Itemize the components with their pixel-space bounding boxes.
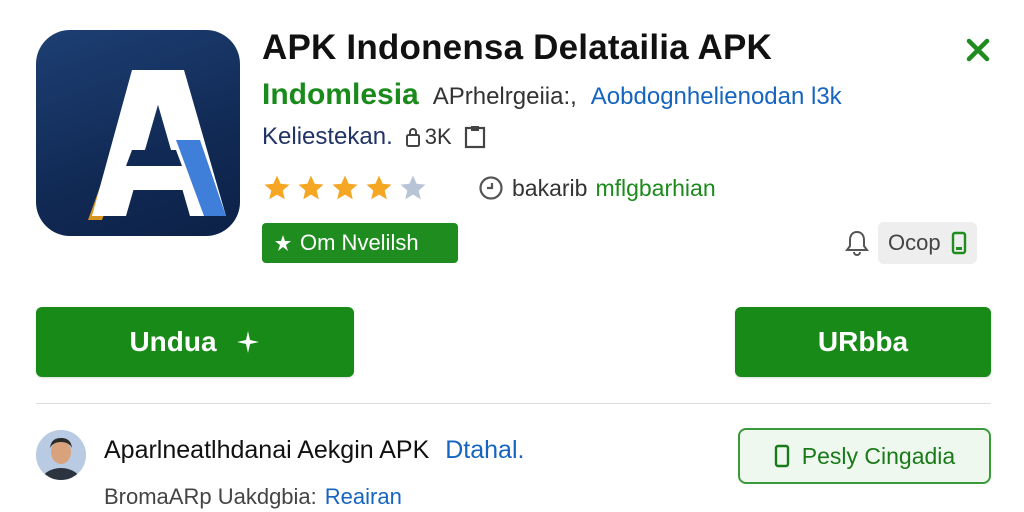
open-button-label: URbba: [817, 326, 909, 357]
close-icon: [966, 38, 990, 62]
bell-icon[interactable]: [844, 229, 870, 257]
developer-name[interactable]: Indomlesia: [262, 78, 419, 112]
related-app-title[interactable]: Aparlneatlhdanai Aekgin APK: [104, 436, 429, 465]
rating-meta-highlight: mflgbarhian: [595, 174, 716, 201]
related-app-subtitle-row: BromaARp Uakdgbia: Reairan: [104, 484, 402, 510]
lock-icon: [405, 128, 420, 147]
star-filled-icon: [332, 175, 358, 200]
related-app-subtitle-link[interactable]: Reairan: [325, 484, 402, 510]
open-button[interactable]: URbba: [735, 307, 991, 377]
editor-badge-label: Om Nvelilsh: [300, 230, 419, 255]
phone-icon: [951, 231, 966, 255]
star-empty-icon: [400, 175, 426, 200]
related-app-subtitle: BromaARp Uakdgbia:: [104, 484, 317, 509]
star-rating: [262, 170, 432, 206]
phone-icon: [774, 444, 789, 468]
editor-badge: Om Nvelilsh: [262, 223, 458, 263]
clock-icon: [479, 176, 503, 200]
related-app-title-row: Aparlneatlhdanai Aekgin APK Dtahal.: [104, 436, 524, 465]
scope-button[interactable]: Ocop: [878, 222, 977, 264]
app-title: APK Indonensa Delatailia APK: [262, 28, 772, 67]
scope-label: Ocop: [888, 230, 941, 255]
rating-meta-text: bakarib: [512, 174, 588, 201]
related-app-button[interactable]: Pesly Cingadia: [738, 428, 991, 484]
divider: [36, 403, 991, 404]
secondary-controls: Ocop: [844, 222, 977, 264]
rating-meta: bakarib mflgbarhian: [478, 172, 716, 204]
related-app-details-link[interactable]: Dtahal.: [445, 436, 524, 465]
category-text: APrhelrgeiia:,: [432, 83, 577, 110]
star-filled-icon: [264, 175, 290, 200]
download-count: 3K: [405, 124, 452, 150]
plus-icon: [236, 331, 259, 353]
app-logo-icon: [36, 30, 240, 236]
download-button-label: Undua: [129, 326, 217, 357]
close-button[interactable]: [958, 30, 998, 70]
app-detail-page: APK Indonensa Delatailia APK Indomlesia …: [0, 0, 1024, 512]
developer-row: Indomlesia APrhelrgeiia:, Aobdognhelieno…: [262, 78, 842, 112]
download-count-value: 3K: [424, 124, 452, 149]
meta-label: Keliestekan.: [262, 123, 393, 150]
star-filled-icon: [298, 175, 324, 200]
leaf-icon: [275, 235, 291, 251]
meta-row: Keliestekan. 3K: [262, 120, 486, 154]
category-link[interactable]: Aobdognhelienodan l3k: [591, 83, 842, 111]
related-app-button-label: Pesly Cingadia: [801, 442, 956, 469]
avatar[interactable]: [36, 430, 86, 480]
download-button[interactable]: Undua: [36, 307, 354, 377]
star-filled-icon: [366, 175, 392, 200]
clipboard-icon: [464, 126, 485, 149]
